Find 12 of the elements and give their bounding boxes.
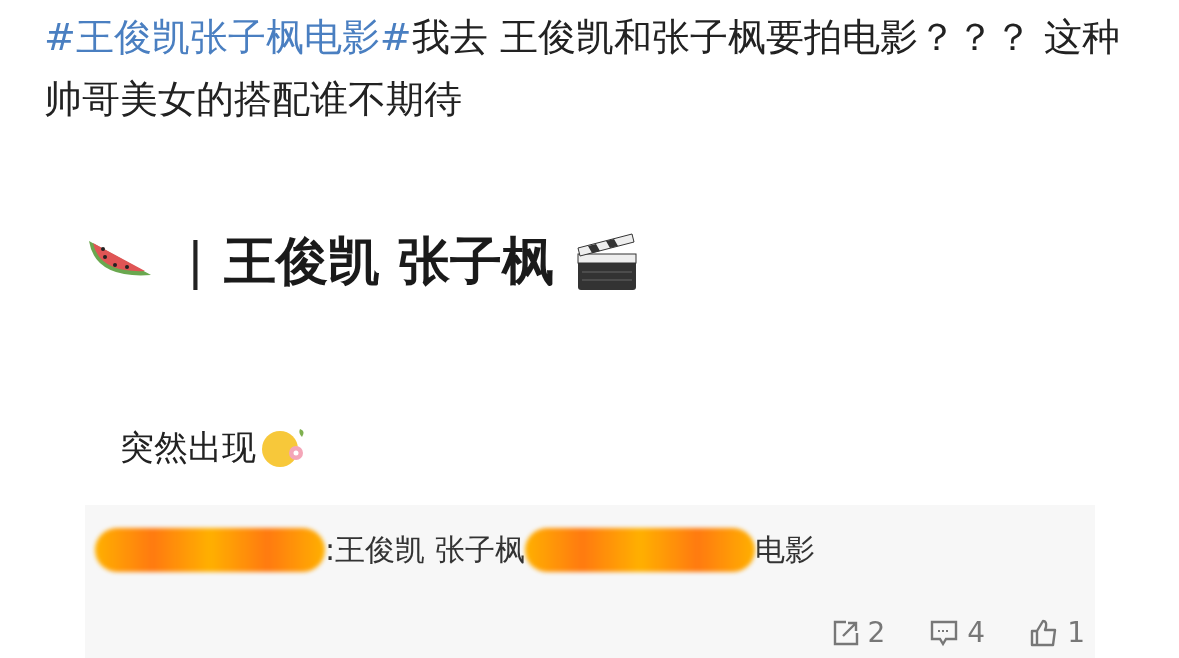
repost-text: :王俊凯 张子枫 — [325, 531, 525, 569]
like-button[interactable]: 1 — [1029, 612, 1085, 654]
share-icon — [831, 619, 860, 647]
headline-title: 王俊凯 张子枫 — [223, 230, 554, 293]
share-button[interactable]: 2 — [831, 612, 886, 654]
quote-text: 突然出现 — [120, 426, 256, 469]
comment-button[interactable]: 4 — [929, 612, 986, 654]
repost-text: 电影 — [754, 531, 815, 569]
comment-icon — [929, 619, 960, 647]
separator: | — [187, 230, 204, 292]
hashtag-link[interactable]: #王俊凯张子枫电影# — [44, 15, 412, 59]
post-text: #王俊凯张子枫电影#我去 王俊凯和张子枫要拍电影？？？ 这种帅哥美女的搭配谁不期待 — [44, 14, 1121, 123]
